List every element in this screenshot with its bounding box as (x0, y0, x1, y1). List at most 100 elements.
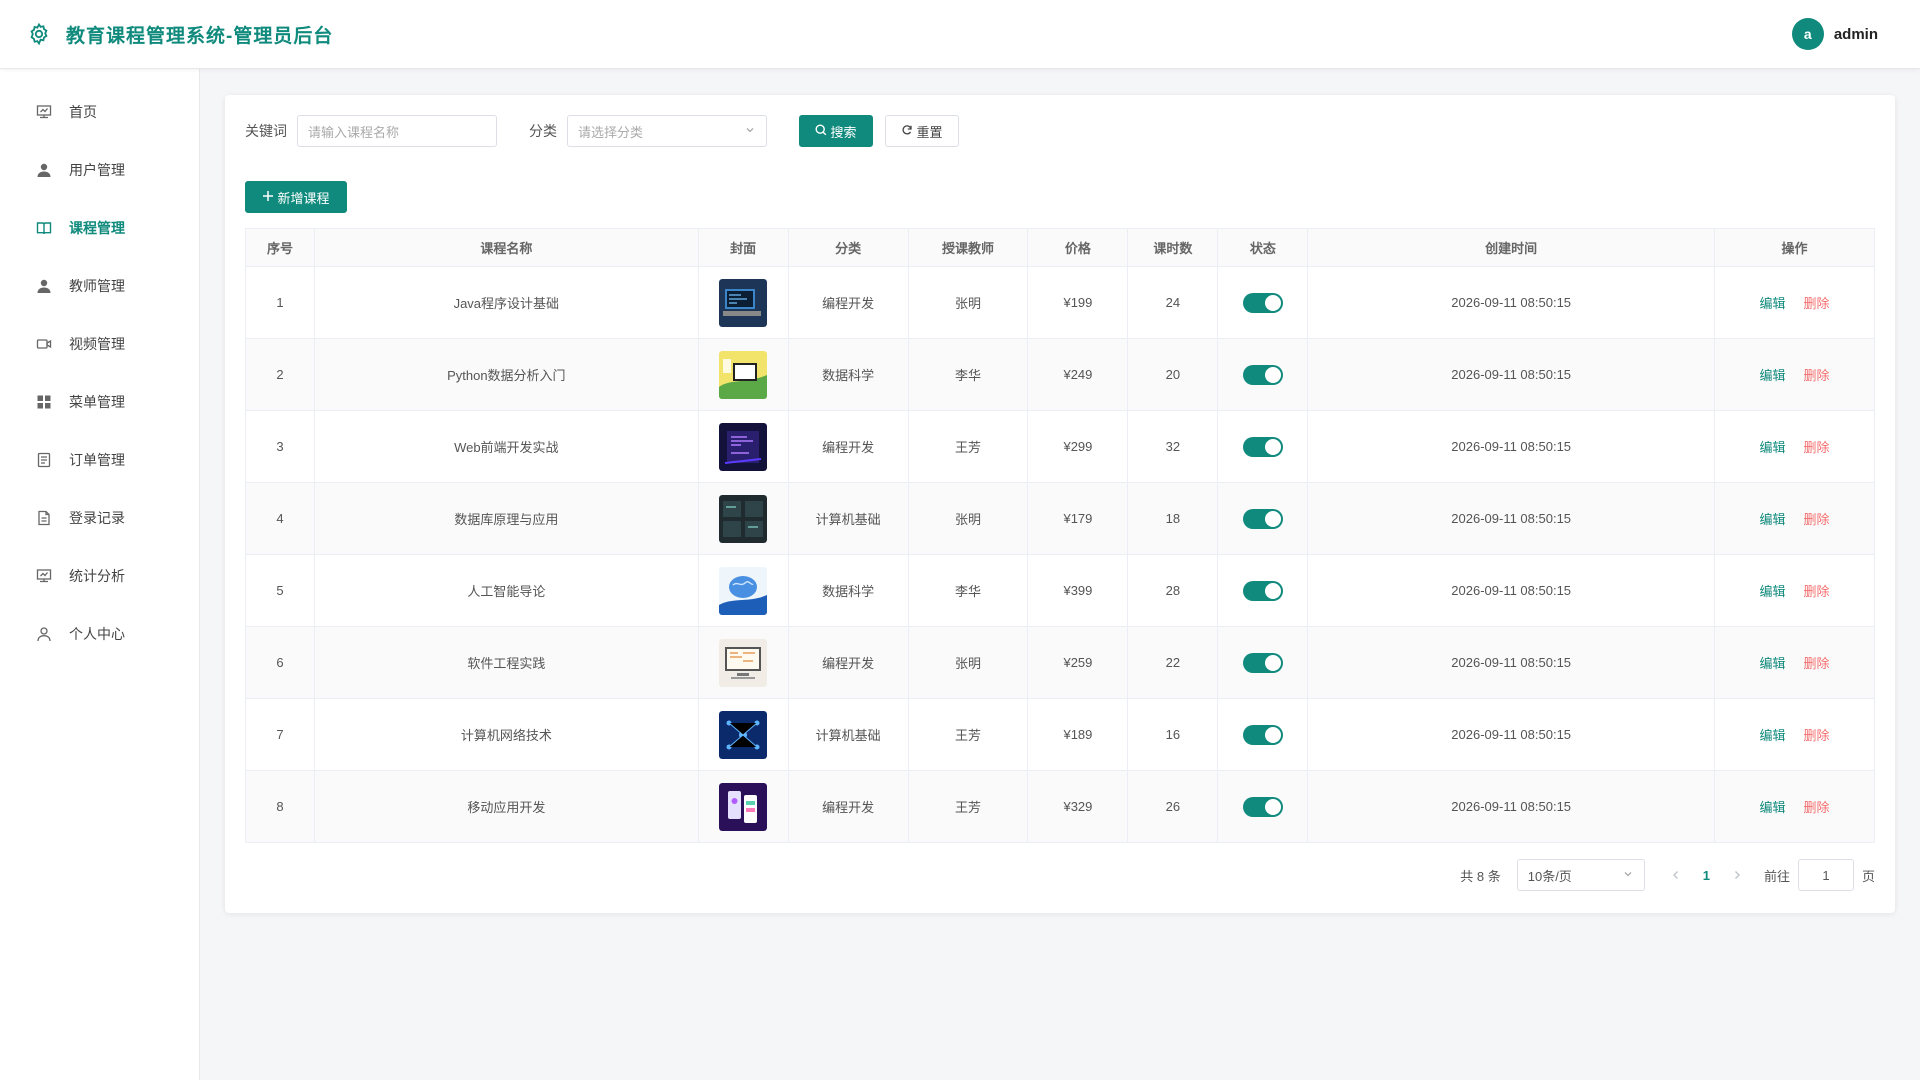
sidebar-item-videos[interactable]: 视频管理 (0, 315, 199, 373)
cover-cell (697, 482, 789, 555)
prev-page-icon[interactable] (1671, 867, 1681, 883)
reset-button-label: 重置 (916, 124, 943, 140)
created-time: 2026-09-11 08:50:15 (1307, 770, 1716, 843)
delete-link[interactable]: 删除 (1804, 656, 1830, 671)
lesson-count: 20 (1127, 338, 1219, 411)
edit-link[interactable]: 编辑 (1759, 584, 1785, 599)
status-toggle[interactable] (1242, 436, 1283, 457)
teacher: 王芳 (907, 770, 1029, 843)
price: ¥179 (1027, 482, 1129, 555)
search-button[interactable]: 搜索 (799, 115, 873, 147)
cover-cell (697, 626, 789, 699)
sidebar-item-label: 用户管理 (69, 162, 125, 178)
sidebar-item-teachers[interactable]: 教师管理 (0, 257, 199, 315)
pagination: 共 8 条 10条/页 1 前往 1 页 (1460, 859, 1875, 891)
goto-page-input[interactable]: 1 (1797, 859, 1854, 891)
goto-label: 前往 (1763, 868, 1790, 884)
search-button-label: 搜索 (830, 124, 857, 140)
edit-link[interactable]: 编辑 (1759, 728, 1785, 743)
user-menu[interactable]: a admin (1791, 18, 1878, 50)
sidebar-item-orders[interactable]: 订单管理 (0, 431, 199, 489)
teacher-icon (35, 277, 53, 295)
chart-icon (35, 567, 53, 585)
teacher: 李华 (907, 338, 1029, 411)
delete-link[interactable]: 删除 (1804, 512, 1830, 527)
order-icon (35, 451, 53, 469)
column-header: 创建时间 (1307, 228, 1716, 267)
status-toggle[interactable] (1242, 364, 1283, 385)
lesson-count: 24 (1127, 266, 1219, 339)
actions-cell: 编辑 删除 (1714, 266, 1875, 339)
sidebar-item-home[interactable]: 首页 (0, 83, 199, 141)
actions-cell: 编辑 删除 (1714, 698, 1875, 771)
category-label: 分类 (529, 123, 557, 139)
book-icon (35, 219, 53, 237)
sidebar-item-statistics[interactable]: 统计分析 (0, 547, 199, 605)
edit-link[interactable]: 编辑 (1759, 512, 1785, 527)
sidebar-item-users[interactable]: 用户管理 (0, 141, 199, 199)
table-row: 6 软件工程实践 编程开发 张明 ¥259 22 2026-09-11 08:5… (245, 626, 1875, 699)
total-count: 共 8 条 (1460, 868, 1501, 884)
row-number: 1 (245, 266, 315, 339)
sidebar-item-label: 教师管理 (69, 278, 125, 294)
edit-link[interactable]: 编辑 (1759, 440, 1785, 455)
status-toggle[interactable] (1242, 724, 1283, 745)
edit-link[interactable]: 编辑 (1759, 800, 1785, 815)
sidebar-item-login-records[interactable]: 登录记录 (0, 489, 199, 547)
teacher: 张明 (907, 482, 1029, 555)
teacher: 张明 (907, 626, 1029, 699)
user-icon (35, 161, 53, 179)
price: ¥399 (1027, 554, 1129, 627)
delete-link[interactable]: 删除 (1804, 728, 1830, 743)
edit-link[interactable]: 编辑 (1759, 656, 1785, 671)
actions-cell: 编辑 删除 (1714, 626, 1875, 699)
gear-icon (26, 21, 52, 47)
sidebar-item-label: 首页 (69, 104, 97, 120)
delete-link[interactable]: 删除 (1804, 368, 1830, 383)
status-toggle[interactable] (1242, 580, 1283, 601)
current-page[interactable]: 1 (1703, 868, 1710, 883)
column-header: 状态 (1217, 228, 1309, 267)
column-header: 分类 (787, 228, 909, 267)
price: ¥299 (1027, 410, 1129, 483)
status-cell (1217, 770, 1309, 843)
status-toggle[interactable] (1242, 508, 1283, 529)
created-time: 2026-09-11 08:50:15 (1307, 482, 1716, 555)
actions-cell: 编辑 删除 (1714, 338, 1875, 411)
page-size-select[interactable]: 10条/页 (1516, 859, 1645, 891)
next-page-icon[interactable] (1732, 867, 1742, 883)
sidebar-item-courses[interactable]: 课程管理 (0, 199, 199, 257)
course-name: 移动应用开发 (313, 770, 699, 843)
delete-link[interactable]: 删除 (1804, 584, 1830, 599)
add-course-button[interactable]: 新增课程 (245, 181, 347, 213)
actions-cell: 编辑 删除 (1714, 770, 1875, 843)
category: 编程开发 (787, 266, 909, 339)
created-time: 2026-09-11 08:50:15 (1307, 266, 1716, 339)
reset-button[interactable]: 重置 (885, 115, 959, 147)
course-management-panel: 关键词 请输入课程名称 分类 请选择分类 搜索 重置 新增课程 序号 课程名称 … (225, 95, 1895, 913)
sidebar-item-profile[interactable]: 个人中心 (0, 605, 199, 663)
category: 编程开发 (787, 410, 909, 483)
username[interactable]: admin (1834, 26, 1878, 43)
price: ¥249 (1027, 338, 1129, 411)
delete-link[interactable]: 删除 (1804, 800, 1830, 815)
status-toggle[interactable] (1242, 652, 1283, 673)
course-cover-image (719, 710, 768, 759)
avatar[interactable]: a (1791, 18, 1824, 50)
price: ¥259 (1027, 626, 1129, 699)
row-number: 5 (245, 554, 315, 627)
edit-link[interactable]: 编辑 (1759, 296, 1785, 311)
actions-cell: 编辑 删除 (1714, 482, 1875, 555)
category-select[interactable]: 请选择分类 (567, 115, 767, 147)
row-number: 7 (245, 698, 315, 771)
keyword-input[interactable]: 请输入课程名称 (297, 115, 497, 147)
teacher: 李华 (907, 554, 1029, 627)
teacher: 张明 (907, 266, 1029, 339)
sidebar-item-menus[interactable]: 菜单管理 (0, 373, 199, 431)
edit-link[interactable]: 编辑 (1759, 368, 1785, 383)
status-toggle[interactable] (1242, 292, 1283, 313)
category: 编程开发 (787, 770, 909, 843)
delete-link[interactable]: 删除 (1804, 440, 1830, 455)
status-toggle[interactable] (1242, 796, 1283, 817)
delete-link[interactable]: 删除 (1804, 296, 1830, 311)
